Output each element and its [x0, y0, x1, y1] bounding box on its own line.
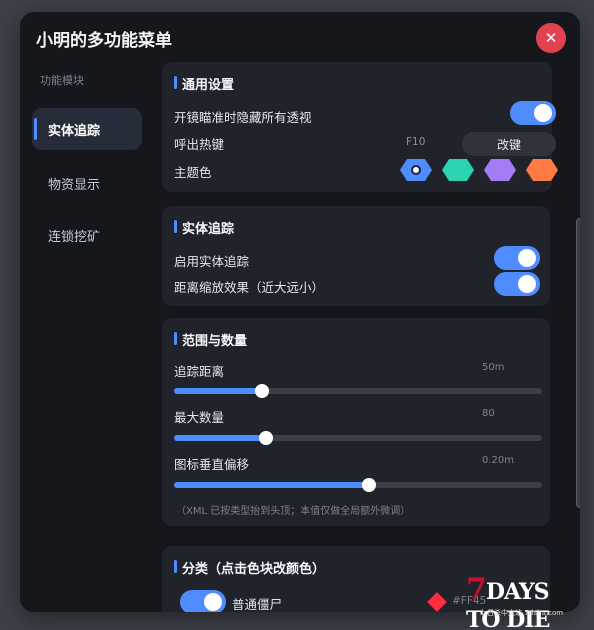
icon-vertical-offset-slider[interactable]	[174, 478, 542, 492]
sidebar-item-label: 实体追踪	[48, 123, 101, 139]
entity-tracking-card: 实体追踪 启用实体追踪 距离缩放效果（近大远小）	[162, 206, 550, 306]
tracking-distance-slider[interactable]	[174, 384, 542, 398]
selected-indicator	[411, 165, 421, 175]
slider-thumb[interactable]	[255, 384, 270, 398]
theme-color-label: 主题色	[174, 165, 212, 180]
theme-swatch-purple[interactable]	[484, 159, 516, 181]
distance-scale-label: 距离缩放效果（近大远小）	[174, 280, 325, 295]
max-count-slider[interactable]	[174, 431, 542, 445]
card-title: 分类（点击色块改颜色）	[174, 558, 325, 577]
hotkey-value: F10	[406, 136, 426, 148]
slider-fill	[174, 482, 370, 488]
toggle-knob	[204, 593, 222, 611]
sidebar-item-label: 连锁挖矿	[48, 229, 101, 245]
menu-window: 小明的多功能菜单 ✕ 功能模块 实体追踪 物资显示 连锁挖矿 通用设置 开镜瞄准…	[20, 12, 580, 612]
toggle-knob	[518, 249, 536, 267]
distance-scale-toggle[interactable]	[494, 272, 540, 296]
range-quantity-card: 范围与数量 追踪距离 50m 最大数量 80 图标垂直偏移 0.20m （XML…	[162, 318, 550, 526]
close-button[interactable]: ✕	[536, 23, 566, 53]
theme-swatch-orange[interactable]	[526, 159, 558, 181]
watermark-subtext: 七日杀中文站 7risha.com	[480, 609, 564, 617]
common-zombie-toggle[interactable]	[180, 590, 226, 612]
slider-thumb[interactable]	[259, 431, 273, 445]
card-title: 通用设置	[174, 74, 234, 93]
slider-value: 80	[482, 408, 495, 419]
sidebar-item-resource-display[interactable]: 物资显示	[32, 162, 142, 204]
theme-swatch-blue[interactable]	[400, 159, 432, 181]
enable-tracking-toggle[interactable]	[494, 246, 540, 270]
scrollbar[interactable]	[576, 218, 580, 508]
slider-label: 追踪距离	[174, 364, 225, 379]
slider-fill	[174, 435, 266, 441]
card-title: 实体追踪	[174, 218, 234, 237]
sidebar-item-label: 物资显示	[48, 177, 101, 193]
slider-fill	[174, 388, 263, 394]
toggle-knob	[534, 104, 552, 122]
sidebar: 功能模块 实体追踪 物资显示 连锁挖矿	[20, 64, 160, 612]
sidebar-item-entity-tracking[interactable]: 实体追踪	[32, 108, 142, 150]
card-title: 范围与数量	[174, 330, 247, 349]
enable-tracking-label: 启用实体追踪	[174, 254, 250, 269]
watermark-logo: 7DAYS TO DIE 七日杀中文站 7risha.com	[466, 572, 586, 630]
slider-thumb[interactable]	[362, 478, 377, 492]
sidebar-heading: 功能模块	[40, 74, 84, 87]
slider-label: 最大数量	[174, 410, 225, 425]
sidebar-item-chain-mining[interactable]: 连锁挖矿	[32, 214, 142, 256]
hide-perspective-toggle[interactable]	[510, 101, 556, 125]
settings-panel: 通用设置 开镜瞄准时隐藏所有透视 呼出热键 F10 改键 主题色 实体追踪 启用…	[160, 62, 580, 612]
hide-perspective-label: 开镜瞄准时隐藏所有透视	[174, 110, 312, 125]
offset-note: （XML 已按类型抬到头顶；本值仅做全局额外微调）	[176, 506, 411, 517]
theme-swatch-teal[interactable]	[442, 159, 474, 181]
color-swatch[interactable]	[427, 592, 447, 612]
slider-value: 0.20m	[482, 455, 515, 466]
toggle-knob	[518, 275, 536, 293]
general-settings-card: 通用设置 开镜瞄准时隐藏所有透视 呼出热键 F10 改键 主题色	[162, 62, 558, 192]
rebind-button[interactable]: 改键	[462, 132, 556, 156]
slider-value: 50m	[482, 362, 505, 373]
category-item-label: 普通僵尸	[232, 597, 283, 612]
window-title: 小明的多功能菜单	[36, 31, 172, 51]
watermark-logo-text: 7DAYS TO DIE	[466, 572, 550, 630]
close-icon: ✕	[544, 29, 558, 47]
slider-label: 图标垂直偏移	[174, 457, 250, 472]
hotkey-label: 呼出热键	[174, 137, 225, 152]
